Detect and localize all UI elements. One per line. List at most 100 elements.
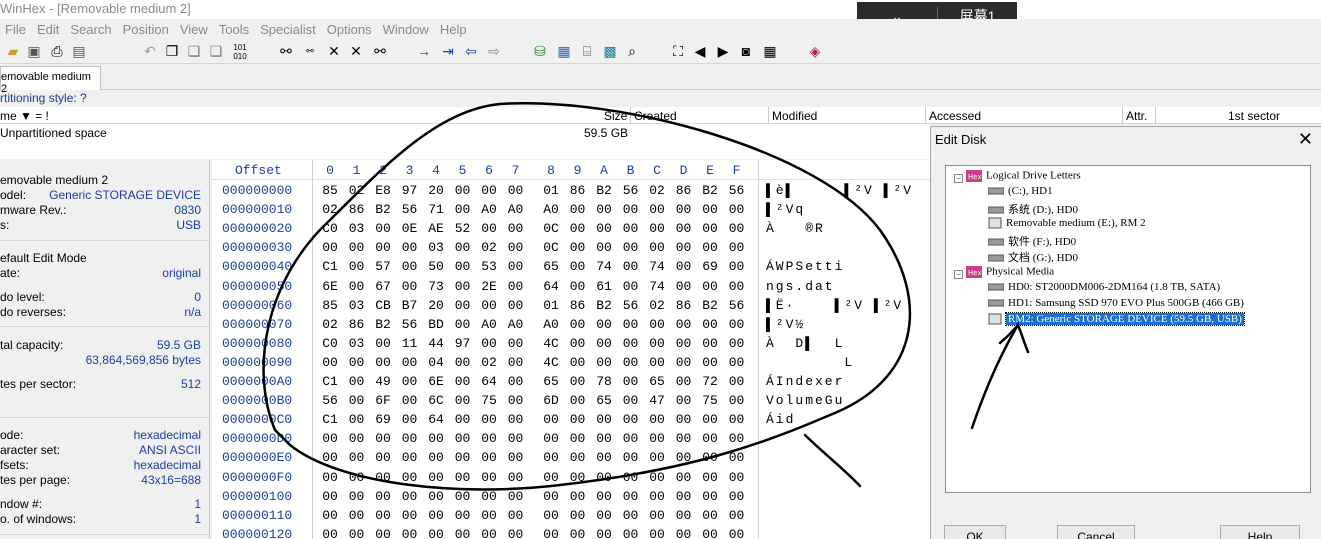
hex-byte[interactable]: 00 [673, 259, 695, 274]
hex-byte[interactable]: 00 [505, 508, 527, 523]
hex-byte[interactable]: 00 [646, 202, 668, 217]
hex-byte[interactable]: 00 [673, 374, 695, 389]
hex-byte[interactable]: 00 [593, 202, 615, 217]
menu-view[interactable]: View [180, 22, 208, 37]
tree-item-hd1[interactable]: HD1: Samsung SSD 970 EVO Plus 500GB (466… [988, 297, 1244, 309]
tree-item-rm2[interactable]: RM2: Generic STORAGE DEVICE (59.5 GB, US… [988, 312, 1245, 326]
hex-byte[interactable]: 00 [505, 336, 527, 351]
hex-byte[interactable]: 71 [425, 202, 447, 217]
hex-byte[interactable]: 00 [452, 431, 474, 446]
hex-byte[interactable]: 00 [399, 279, 421, 294]
tree-item-f[interactable]: 软件 (F:), HD0 [988, 233, 1076, 249]
hex-byte[interactable]: 03 [346, 221, 368, 236]
hex-byte[interactable]: 00 [540, 412, 562, 427]
hex-byte[interactable]: 50 [425, 259, 447, 274]
hex-byte[interactable]: 6D [540, 393, 562, 408]
hex-byte[interactable]: A0 [540, 317, 562, 332]
hex-byte[interactable]: 00 [620, 527, 642, 539]
hex-byte[interactable]: 01 [540, 183, 562, 198]
goto-offset-icon[interactable]: → [416, 43, 432, 60]
hex-byte[interactable]: 00 [726, 489, 748, 504]
hex-byte[interactable]: 00 [452, 240, 474, 255]
hex-byte[interactable]: 00 [478, 470, 500, 485]
hex-byte[interactable]: 00 [620, 355, 642, 370]
hex-byte[interactable]: 00 [567, 336, 589, 351]
hex-byte[interactable]: 00 [478, 412, 500, 427]
hex-byte[interactable]: 56 [620, 298, 642, 313]
hex-byte[interactable]: C1 [319, 412, 341, 427]
hex-ascii[interactable]: ÁIndexer [766, 374, 844, 389]
hex-byte[interactable]: 00 [699, 489, 721, 504]
hex-byte[interactable]: 00 [346, 374, 368, 389]
hex-byte[interactable]: 0C [540, 240, 562, 255]
hex-byte[interactable]: 00 [372, 336, 394, 351]
hex-byte[interactable]: 4C [540, 355, 562, 370]
hex-byte[interactable]: 00 [673, 279, 695, 294]
hex-byte[interactable]: 00 [673, 336, 695, 351]
hex-byte[interactable]: 00 [478, 183, 500, 198]
col-accessed[interactable]: Accessed [929, 109, 981, 123]
hex-byte[interactable]: 00 [699, 240, 721, 255]
hex-byte[interactable]: 00 [372, 470, 394, 485]
menu-file[interactable]: File [5, 22, 26, 37]
hex-byte[interactable]: 00 [478, 221, 500, 236]
hex-byte[interactable]: 73 [425, 279, 447, 294]
hex-byte[interactable]: 00 [452, 183, 474, 198]
hex-byte[interactable]: 00 [646, 412, 668, 427]
find-next-icon[interactable]: ⚯ [372, 43, 388, 60]
hex-byte[interactable]: 00 [620, 221, 642, 236]
next-icon[interactable]: ▶ [717, 43, 729, 60]
hex-byte[interactable]: 00 [567, 527, 589, 539]
hex-byte[interactable]: 00 [505, 355, 527, 370]
binoculars-icon[interactable]: ⛶ [670, 43, 686, 60]
hex-byte[interactable]: 00 [346, 393, 368, 408]
hex-byte[interactable]: CB [372, 298, 394, 313]
hex-byte[interactable]: 00 [593, 489, 615, 504]
col-created[interactable]: Created [634, 109, 677, 123]
hex-byte[interactable]: B2 [372, 202, 394, 217]
hex-byte[interactable]: 00 [399, 489, 421, 504]
hex-byte[interactable]: 00 [319, 431, 341, 446]
hex-byte[interactable]: 00 [505, 240, 527, 255]
hex-byte[interactable]: 00 [567, 431, 589, 446]
hex-byte[interactable]: 00 [399, 240, 421, 255]
hex-byte[interactable]: 00 [567, 221, 589, 236]
paste-special-icon[interactable]: ❏ [208, 43, 224, 60]
hex-byte[interactable]: 00 [319, 240, 341, 255]
hex-byte[interactable]: 00 [372, 450, 394, 465]
hex-ascii[interactable]: L [766, 355, 854, 370]
hex-byte[interactable]: 00 [452, 508, 474, 523]
hex-byte[interactable]: 00 [726, 317, 748, 332]
hex-byte[interactable]: 00 [646, 221, 668, 236]
hex-byte[interactable]: 00 [505, 279, 527, 294]
hex-byte[interactable]: 6E [425, 374, 447, 389]
hex-byte[interactable]: C0 [319, 221, 341, 236]
hex-byte[interactable]: 4C [540, 336, 562, 351]
hex-byte[interactable]: 00 [346, 450, 368, 465]
hex-byte[interactable]: 00 [620, 279, 642, 294]
hex-byte[interactable]: 00 [673, 317, 695, 332]
hex-byte[interactable]: 69 [699, 259, 721, 274]
hex-byte[interactable]: 00 [346, 279, 368, 294]
copy-icon[interactable]: ❐ [164, 43, 180, 60]
hex-byte[interactable]: 00 [452, 374, 474, 389]
collapse-icon[interactable]: − [954, 270, 963, 279]
replace-icon[interactable]: ✕ [326, 43, 342, 60]
hex-byte[interactable]: 00 [505, 450, 527, 465]
open-icon[interactable]: ▰ [4, 43, 22, 60]
hex-byte[interactable]: 00 [673, 527, 695, 539]
hex-byte[interactable]: 00 [399, 412, 421, 427]
hex-byte[interactable]: 00 [425, 527, 447, 539]
hex-byte[interactable]: 00 [699, 470, 721, 485]
hex-byte[interactable]: 00 [452, 202, 474, 217]
col-modified[interactable]: Modified [772, 109, 817, 123]
hex-byte[interactable]: 00 [620, 317, 642, 332]
hex-byte[interactable]: 65 [646, 374, 668, 389]
hex-byte[interactable]: 00 [726, 259, 748, 274]
hex-byte[interactable]: 00 [319, 527, 341, 539]
table-row[interactable]: Unpartitioned space 59.5 GB [0, 124, 930, 142]
hex-byte[interactable]: 00 [699, 527, 721, 539]
hex-byte[interactable]: 56 [726, 298, 748, 313]
hex-byte[interactable]: 00 [372, 355, 394, 370]
hex-byte[interactable]: 00 [699, 355, 721, 370]
